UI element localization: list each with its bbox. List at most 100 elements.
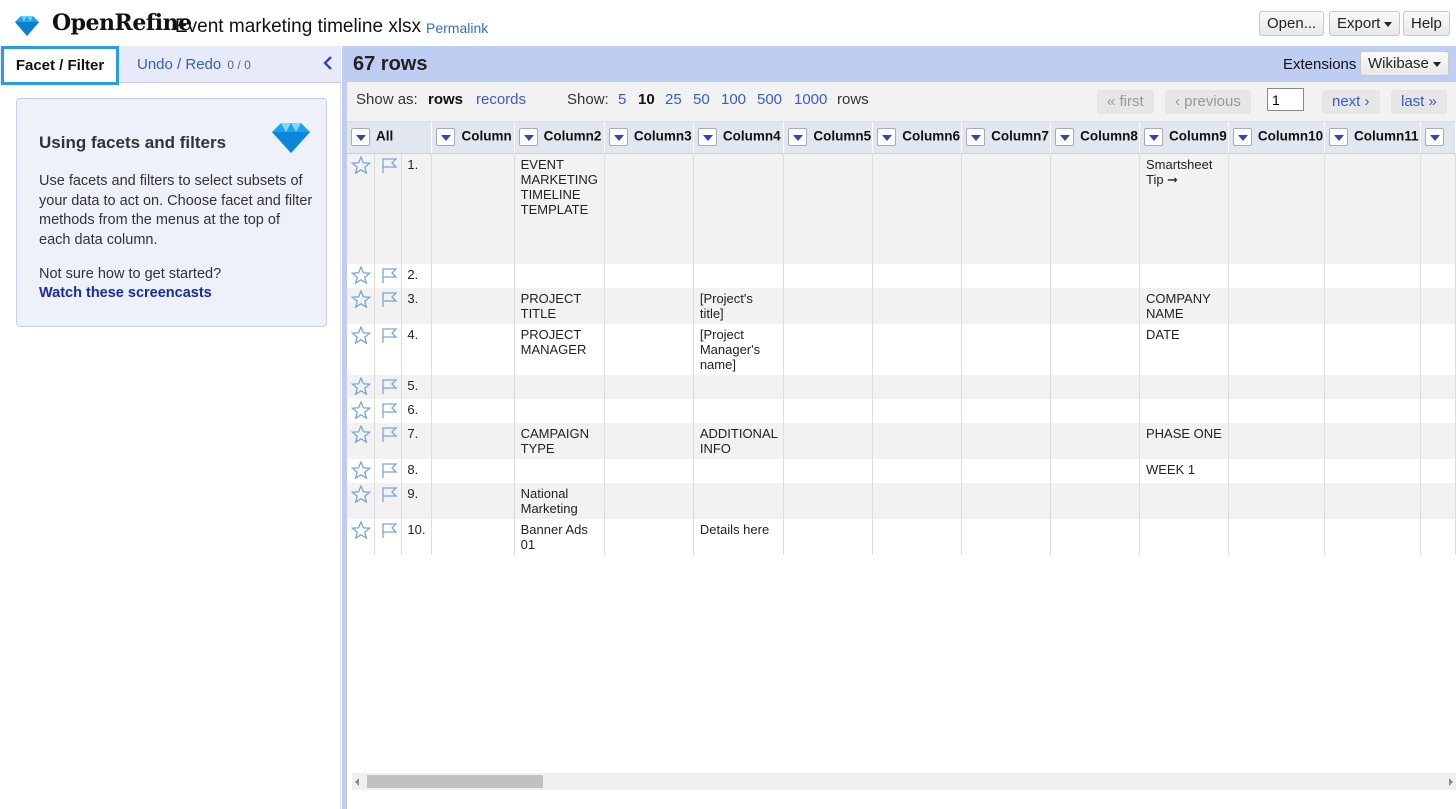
star-icon[interactable]: [350, 424, 372, 444]
table-cell[interactable]: [604, 459, 694, 483]
column-menu-icon[interactable]: [351, 128, 370, 147]
table-cell[interactable]: [872, 423, 963, 459]
star-icon[interactable]: [350, 520, 372, 540]
permalink-link[interactable]: Permalink: [426, 20, 488, 36]
scrollbar-thumb[interactable]: [367, 775, 543, 788]
table-cell[interactable]: [1050, 288, 1140, 324]
column-header[interactable]: Column3: [604, 122, 694, 154]
table-cell[interactable]: [961, 519, 1052, 555]
flag-icon[interactable]: [379, 485, 399, 503]
table-cell[interactable]: [604, 483, 694, 519]
tab-undo-redo[interactable]: Undo / Redo 0 / 0: [137, 56, 251, 73]
table-cell[interactable]: [872, 483, 963, 519]
flag-icon[interactable]: [379, 326, 399, 344]
table-cell[interactable]: [1139, 519, 1229, 555]
table-cell[interactable]: [1050, 459, 1140, 483]
table-cell[interactable]: PHASE ONE: [1139, 423, 1229, 459]
table-cell[interactable]: [431, 459, 515, 483]
page-size-option[interactable]: 50: [693, 91, 710, 108]
table-cell[interactable]: Banner Ads 01: [514, 519, 605, 555]
column-menu-icon[interactable]: [436, 128, 456, 147]
table-cell[interactable]: [1050, 399, 1140, 423]
export-button[interactable]: Export: [1329, 11, 1401, 36]
table-cell-partial[interactable]: [1420, 264, 1456, 288]
table-cell[interactable]: [961, 264, 1052, 288]
table-cell[interactable]: [1324, 153, 1421, 264]
table-cell[interactable]: [1139, 399, 1229, 423]
table-cell[interactable]: [693, 483, 785, 519]
table-cell[interactable]: [961, 423, 1052, 459]
table-cell[interactable]: [1324, 399, 1421, 423]
table-cell[interactable]: [1228, 399, 1326, 423]
star-icon[interactable]: [350, 265, 372, 285]
table-cell[interactable]: [1050, 483, 1140, 519]
page-size-option[interactable]: 25: [665, 91, 682, 108]
table-cell[interactable]: PROJECT MANAGER: [514, 324, 605, 375]
page-size-option[interactable]: 100: [721, 91, 746, 108]
table-cell[interactable]: CAMPAIGN TYPE: [514, 423, 605, 459]
column-header[interactable]: Column2: [514, 122, 605, 154]
diamond-logo-icon[interactable]: [12, 14, 42, 38]
table-cell-partial[interactable]: [1420, 459, 1456, 483]
scroll-left-arrow-icon[interactable]: [355, 778, 359, 786]
table-cell[interactable]: [693, 153, 785, 264]
first-page-button[interactable]: « first: [1097, 90, 1154, 114]
table-cell[interactable]: [1050, 423, 1140, 459]
table-cell[interactable]: [431, 288, 515, 324]
table-cell[interactable]: [1139, 264, 1229, 288]
table-cell[interactable]: [872, 399, 963, 423]
table-cell[interactable]: [604, 519, 694, 555]
table-cell[interactable]: [431, 375, 515, 399]
table-cell-partial[interactable]: [1420, 288, 1456, 324]
table-cell[interactable]: [872, 324, 963, 375]
star-icon[interactable]: [350, 325, 372, 345]
table-cell[interactable]: [1050, 264, 1140, 288]
column-menu-icon[interactable]: [1424, 128, 1444, 147]
table-cell[interactable]: [783, 423, 874, 459]
table-cell[interactable]: [1324, 324, 1421, 375]
flag-icon[interactable]: [379, 461, 399, 479]
table-cell[interactable]: [1228, 423, 1326, 459]
table-cell[interactable]: EVENT MARKETING TIMELINE TEMPLATE: [514, 153, 605, 264]
column-header[interactable]: Column6: [872, 122, 963, 154]
column-menu-icon[interactable]: [1143, 128, 1163, 147]
table-cell[interactable]: [1050, 324, 1140, 375]
page-number-input[interactable]: [1267, 88, 1304, 111]
table-cell[interactable]: [431, 264, 515, 288]
page-size-option[interactable]: 5: [618, 91, 626, 108]
table-cell[interactable]: [431, 483, 515, 519]
column-header-all[interactable]: All: [347, 122, 433, 154]
table-cell[interactable]: [872, 375, 963, 399]
star-icon[interactable]: [350, 154, 372, 175]
app-logo-text[interactable]: OpenRefine: [52, 10, 192, 36]
table-cell[interactable]: [514, 264, 605, 288]
column-menu-icon[interactable]: [608, 128, 628, 147]
table-cell[interactable]: [1050, 519, 1140, 555]
project-title[interactable]: Event marketing timeline xlsx: [175, 16, 421, 38]
table-cell[interactable]: [1228, 153, 1326, 264]
table-cell[interactable]: [1324, 483, 1421, 519]
column-menu-icon[interactable]: [1055, 128, 1075, 147]
table-cell[interactable]: COMPANY NAME: [1139, 288, 1229, 324]
column-header-partial[interactable]: [1420, 122, 1456, 154]
page-size-option[interactable]: 500: [757, 91, 782, 108]
table-cell[interactable]: [604, 288, 694, 324]
page-size-option[interactable]: 1000: [794, 91, 827, 108]
table-cell[interactable]: [1324, 375, 1421, 399]
table-cell[interactable]: [783, 483, 874, 519]
table-cell[interactable]: [783, 153, 874, 264]
table-cell[interactable]: [431, 399, 515, 423]
table-cell[interactable]: [431, 324, 515, 375]
flag-icon[interactable]: [379, 156, 399, 174]
column-menu-icon[interactable]: [1329, 128, 1349, 147]
last-page-button[interactable]: last »: [1391, 90, 1447, 114]
column-menu-icon[interactable]: [1232, 128, 1252, 147]
table-cell[interactable]: ADDITIONAL INFO: [693, 423, 785, 459]
table-cell[interactable]: [783, 288, 874, 324]
open-button[interactable]: Open...: [1259, 11, 1325, 36]
table-cell[interactable]: Smartsheet Tip ➞: [1139, 153, 1229, 264]
table-cell[interactable]: PROJECT TITLE: [514, 288, 605, 324]
table-cell[interactable]: [604, 264, 694, 288]
table-cell[interactable]: [1139, 375, 1229, 399]
column-menu-icon[interactable]: [697, 128, 717, 147]
